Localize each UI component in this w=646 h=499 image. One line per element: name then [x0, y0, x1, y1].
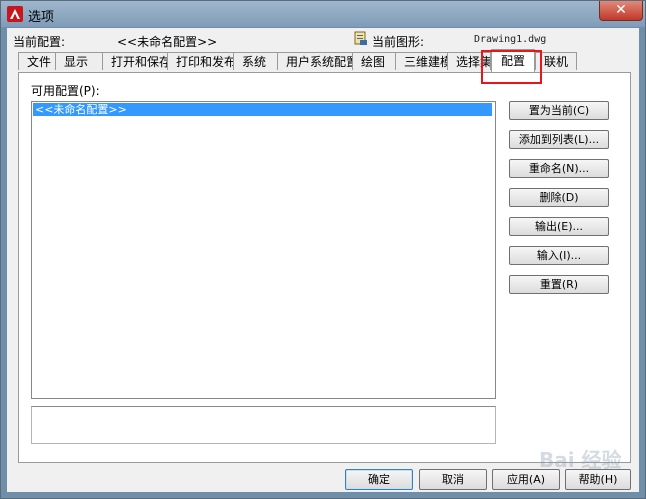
tab-highlight-box	[481, 50, 542, 84]
tab-system[interactable]: 系统	[233, 52, 278, 70]
rename-button[interactable]: 重命名(N)...	[509, 159, 609, 178]
profiles-tab-panel: 可用配置(P): <<未命名配置>> 置为当前(C) 添加到列表(L)... 重…	[18, 72, 631, 463]
dialog-client-area: 当前配置: <<未命名配置>> 当前图形: Drawing1.dwg 文件 显示…	[7, 28, 639, 492]
tab-user-preferences[interactable]: 用户系统配置	[277, 52, 353, 70]
tab-3d-modeling[interactable]: 三维建模	[395, 52, 448, 70]
import-button[interactable]: 输入(I)...	[509, 246, 609, 265]
current-drawing-label: 当前图形:	[372, 35, 425, 49]
tab-drafting[interactable]: 绘图	[352, 52, 396, 70]
close-button[interactable]: ✕	[599, 1, 643, 21]
tab-open-save[interactable]: 打开和保存	[102, 52, 168, 70]
export-button[interactable]: 输出(E)...	[509, 217, 609, 236]
ok-button[interactable]: 确定	[345, 469, 413, 490]
available-profiles-label: 可用配置(P):	[31, 84, 100, 98]
close-icon: ✕	[615, 2, 627, 18]
current-profile-value: <<未命名配置>>	[117, 35, 218, 49]
window-title: 选项	[28, 10, 55, 25]
profile-description-box	[31, 406, 496, 444]
cancel-button[interactable]: 取消	[419, 469, 487, 490]
current-drawing-value: Drawing1.dwg	[474, 34, 547, 45]
delete-button[interactable]: 删除(D)	[509, 188, 609, 207]
tab-files[interactable]: 文件	[18, 52, 56, 70]
autocad-logo-icon	[7, 6, 23, 22]
watermark-text: Bai 经验	[539, 448, 622, 472]
add-to-list-button[interactable]: 添加到列表(L)...	[509, 130, 609, 149]
available-profiles-list[interactable]: <<未命名配置>>	[31, 101, 496, 399]
title-bar[interactable]: 选项 ✕	[1, 1, 645, 27]
baidu-watermark: Bai 经验	[539, 448, 622, 472]
set-current-button[interactable]: 置为当前(C)	[509, 101, 609, 120]
tab-display[interactable]: 显示	[55, 52, 103, 70]
list-item[interactable]: <<未命名配置>>	[33, 103, 492, 116]
drawing-file-icon	[354, 31, 367, 45]
options-dialog: 选项 ✕ 当前配置: <<未命名配置>> 当前图形: Drawing1.dwg …	[0, 0, 646, 499]
tab-plot-publish[interactable]: 打印和发布	[167, 52, 234, 70]
reset-button[interactable]: 重置(R)	[509, 275, 609, 294]
current-profile-label: 当前配置:	[13, 35, 66, 49]
